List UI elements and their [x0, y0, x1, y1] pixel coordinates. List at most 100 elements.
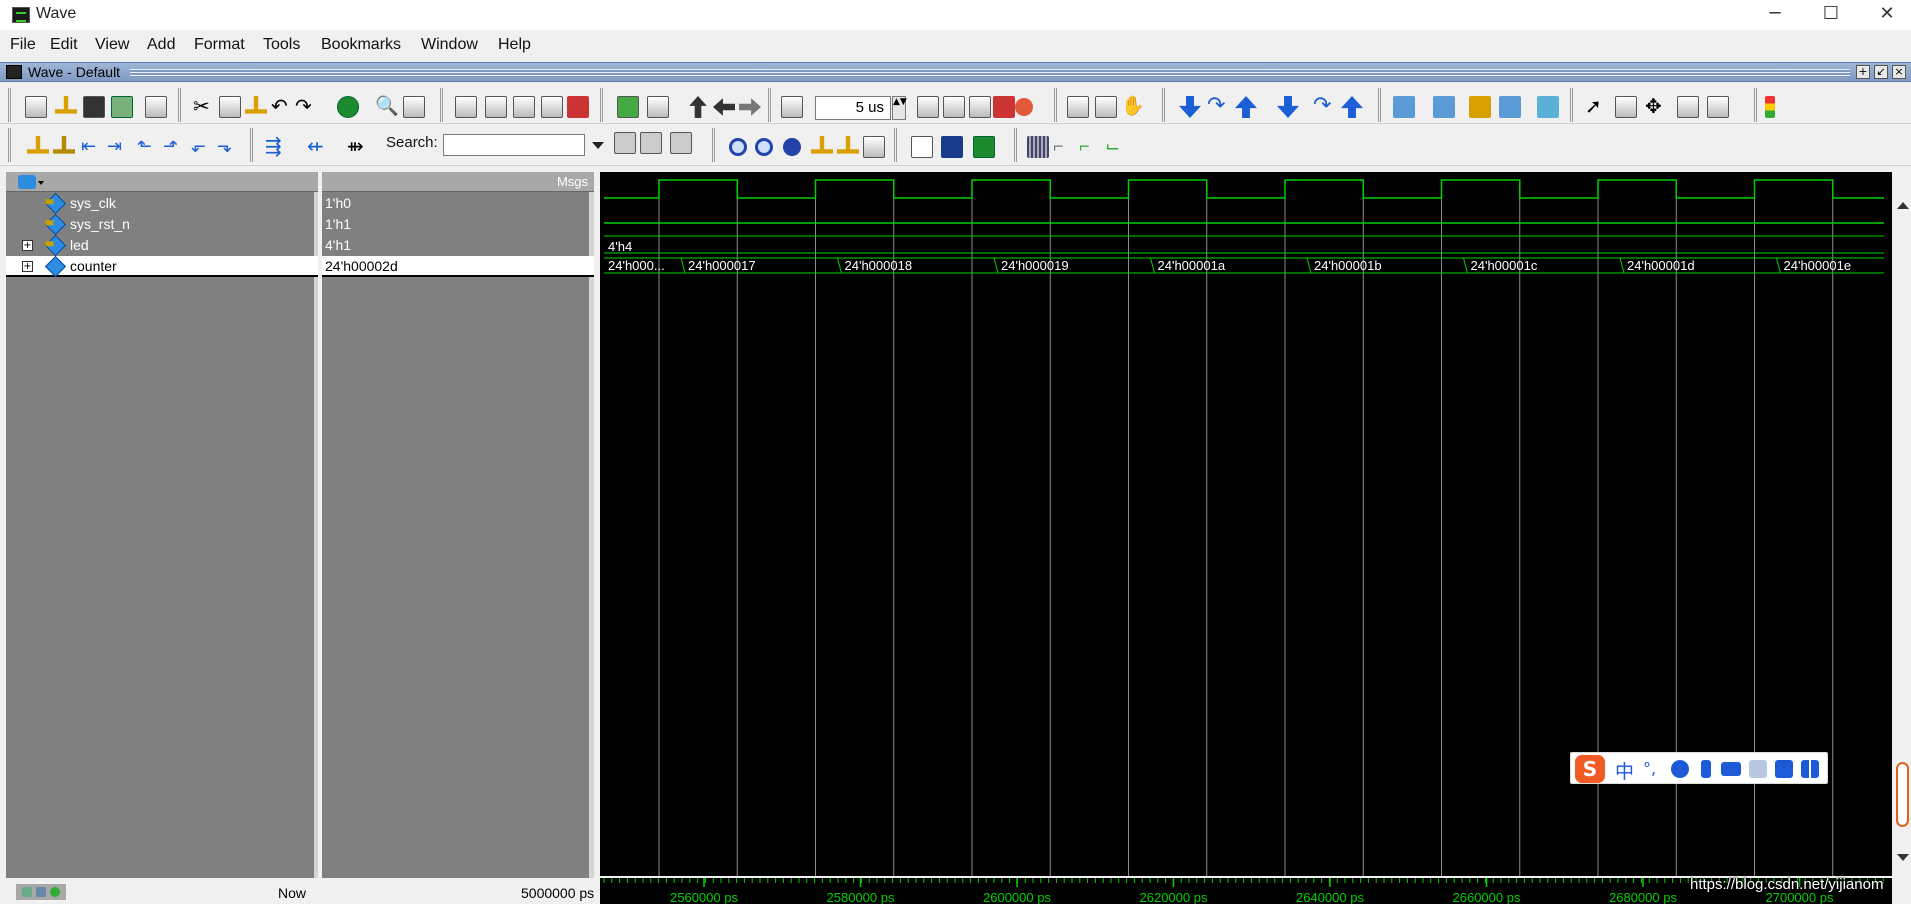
zoom-full-icon[interactable]	[783, 138, 801, 156]
break-icon[interactable]	[993, 96, 1015, 118]
step-over-next-icon[interactable]: ↷	[1313, 95, 1335, 118]
dataflow-clear-icon[interactable]	[1537, 96, 1559, 118]
run-options-icon[interactable]	[647, 96, 669, 118]
chevron-down-icon[interactable]	[38, 181, 44, 185]
print-icon[interactable]	[145, 96, 167, 118]
menu-help[interactable]: Help	[498, 36, 531, 54]
zoom-out-icon[interactable]	[755, 138, 773, 156]
wave-style-step-icon[interactable]: ⌐	[1053, 136, 1075, 158]
wave-toggle-icon[interactable]	[22, 887, 32, 897]
menu-window[interactable]: Window	[421, 36, 478, 54]
find-falling-edge-icon[interactable]	[53, 136, 75, 154]
expand-icon[interactable]: +	[22, 261, 33, 272]
next-falling-icon[interactable]: ⬎	[217, 136, 239, 158]
menu-format[interactable]: Format	[194, 36, 245, 54]
undo-icon[interactable]: ↶	[271, 96, 293, 118]
ime-menu-icon[interactable]	[1801, 760, 1819, 778]
open-folder-icon[interactable]	[55, 96, 77, 114]
dataflow-icon[interactable]	[1393, 96, 1415, 118]
stop-icon[interactable]	[1015, 98, 1033, 116]
step-into-icon[interactable]	[1179, 96, 1201, 118]
ime-logo[interactable]: S	[1575, 755, 1605, 783]
edit-mode-icon[interactable]	[1677, 96, 1699, 118]
signal-row-counter[interactable]: + counter	[6, 255, 318, 278]
wave-delete-icon[interactable]	[567, 96, 589, 118]
status-icons[interactable]	[16, 884, 66, 900]
run-all-icon[interactable]	[969, 96, 991, 118]
traffic-light-icon[interactable]	[1765, 96, 1775, 118]
search-prev-icon[interactable]	[614, 132, 636, 154]
zoom-mode-icon[interactable]	[1615, 96, 1637, 118]
run-icon[interactable]	[917, 96, 939, 118]
wave-style-fall-icon[interactable]: ⌙	[1105, 136, 1127, 158]
vertical-scrollbar[interactable]	[1894, 172, 1911, 876]
pan-mode-icon[interactable]: ✥	[1645, 96, 1667, 118]
close-button[interactable]: ✕	[1864, 0, 1910, 30]
signal-values-panel[interactable]: Msgs 1'h0 1'h1 4'h1 24'h00002d	[322, 172, 594, 878]
signal-row-sys-rst-n[interactable]: sys_rst_n	[6, 213, 318, 236]
menu-bookmarks[interactable]: Bookmarks	[321, 36, 401, 54]
left-arrow-icon[interactable]	[713, 98, 735, 116]
save-icon[interactable]	[83, 96, 105, 118]
cursor-toggle-icon[interactable]	[36, 887, 46, 897]
hand-icon[interactable]: ✋	[1121, 96, 1145, 118]
dataflow-forward-icon[interactable]	[1433, 96, 1455, 118]
prev-rising-icon[interactable]: ⬑	[137, 136, 159, 158]
menu-add[interactable]: Add	[147, 36, 175, 54]
minimize-button[interactable]: ─	[1752, 0, 1798, 30]
reload-icon[interactable]	[111, 96, 133, 118]
emoji-icon[interactable]	[1671, 760, 1689, 778]
memory-icon[interactable]	[1095, 96, 1117, 118]
cursor-mode-icon[interactable]	[1707, 96, 1729, 118]
menu-view[interactable]: View	[95, 36, 129, 54]
prev-transition-icon[interactable]: ⇤	[81, 136, 103, 158]
step-over-icon[interactable]: ↷	[1207, 95, 1229, 118]
show-all-icon[interactable]	[973, 136, 995, 158]
up-arrow-icon[interactable]	[687, 96, 709, 118]
show-cursor-line-icon[interactable]	[911, 136, 933, 158]
zoom-in-icon[interactable]	[729, 138, 747, 156]
redo-icon[interactable]: ↷	[295, 96, 317, 118]
wave-compile-icon[interactable]	[455, 96, 477, 118]
paste-icon[interactable]	[245, 96, 267, 114]
add-wave-icon[interactable]	[337, 96, 359, 118]
performance-icon[interactable]	[1067, 96, 1089, 118]
maximize-button[interactable]: ☐	[1808, 0, 1854, 30]
right-arrow-icon[interactable]	[739, 96, 761, 118]
wave-combine-icon[interactable]	[541, 96, 563, 118]
find-edge-icon[interactable]	[27, 136, 49, 154]
cursor-lock-icon[interactable]: ⇻	[347, 136, 369, 158]
expand-icon[interactable]: +	[22, 240, 33, 251]
step-into-dropdown-icon[interactable]	[1277, 96, 1299, 118]
cut-icon[interactable]: ✂	[193, 96, 215, 118]
add-cursor-icon[interactable]	[50, 887, 60, 897]
subwindow-drag-grip[interactable]	[130, 69, 1850, 77]
show-signal-icon[interactable]	[941, 136, 963, 158]
ime-mode[interactable]: 中	[1615, 757, 1634, 784]
step-out-next-icon[interactable]	[1341, 96, 1363, 118]
wave-format-icon[interactable]	[485, 96, 507, 118]
copy-icon[interactable]	[219, 96, 241, 118]
restart-icon[interactable]	[617, 96, 639, 118]
scroll-thumb[interactable]	[1896, 762, 1909, 827]
signal-row-sys-clk[interactable]: sys_clk	[6, 192, 318, 215]
skin-icon[interactable]	[1775, 760, 1793, 778]
subwindow-titlebar[interactable]: Wave - Default + ↙ ×	[0, 62, 1911, 82]
select-pointer-icon[interactable]: ➚	[1585, 96, 1607, 118]
layer-icon[interactable]	[18, 175, 36, 189]
scroll-down-icon[interactable]	[1896, 172, 1909, 861]
search-next-icon[interactable]	[640, 132, 662, 154]
prev-falling-icon[interactable]: ⬐	[191, 136, 213, 158]
run-time-spinner[interactable]: ▲▼	[892, 96, 907, 120]
signal-row-led[interactable]: + led	[6, 234, 318, 257]
wave-style-rise-icon[interactable]: ⌐	[1079, 136, 1101, 158]
keyboard-icon[interactable]	[1721, 762, 1741, 776]
wave-group-icon[interactable]	[513, 96, 535, 118]
zoom-region-icon[interactable]	[863, 136, 885, 158]
undock-icon[interactable]: +	[1856, 65, 1870, 79]
new-file-icon[interactable]	[25, 96, 47, 118]
insert-cursor-icon[interactable]: ⇶	[265, 136, 287, 158]
dataflow-trace-icon[interactable]	[1469, 96, 1491, 118]
run-length-icon[interactable]	[781, 96, 803, 118]
ime-toolbar[interactable]: S 中 °,	[1570, 752, 1828, 784]
